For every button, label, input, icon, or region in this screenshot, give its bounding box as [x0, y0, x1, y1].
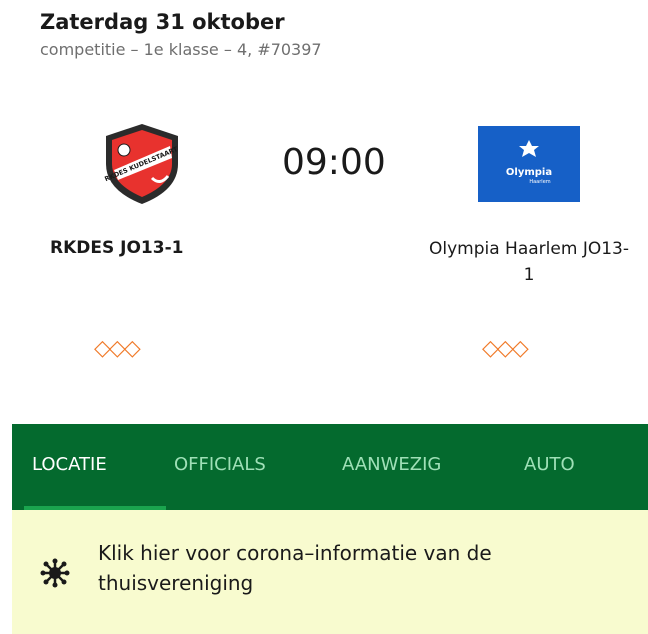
away-logo-subtext: Haarlem	[529, 179, 550, 185]
home-team-name: RKDES JO13-1	[50, 238, 184, 258]
corona-info-text: Klik hier voor corona–informatie van de …	[98, 541, 492, 595]
match-date: Zaterdag 31 oktober	[40, 10, 285, 34]
tab-officials[interactable]: OFFICIALS	[174, 454, 266, 475]
virus-icon	[40, 558, 70, 588]
competition-info: competitie – 1e klasse – 4, #70397	[40, 40, 322, 59]
kickoff-time: 09:00	[282, 142, 386, 183]
away-team-name: Olympia Haarlem JO13-1	[429, 239, 629, 285]
match-header: Zaterdag 31 oktober competitie – 1e klas…	[40, 10, 322, 59]
home-team-logo: RKDES KUDELSTAART	[103, 124, 180, 204]
away-team-logo: Olympia Haarlem	[478, 126, 580, 202]
tab-aanwezig[interactable]: AANWEZIG	[342, 454, 441, 475]
tab-bar: LOCATIE OFFICIALS AANWEZIG AUTO	[12, 424, 648, 510]
corona-info-banner[interactable]: Klik hier voor corona–informatie van de …	[12, 510, 648, 634]
away-form-icons: ◇◇◇	[482, 336, 529, 361]
away-logo-text: Olympia	[506, 167, 552, 178]
tab-locatie[interactable]: LOCATIE	[32, 454, 107, 475]
tab-auto[interactable]: AUTO	[524, 454, 575, 475]
home-form-icons: ◇◇◇	[94, 336, 141, 361]
